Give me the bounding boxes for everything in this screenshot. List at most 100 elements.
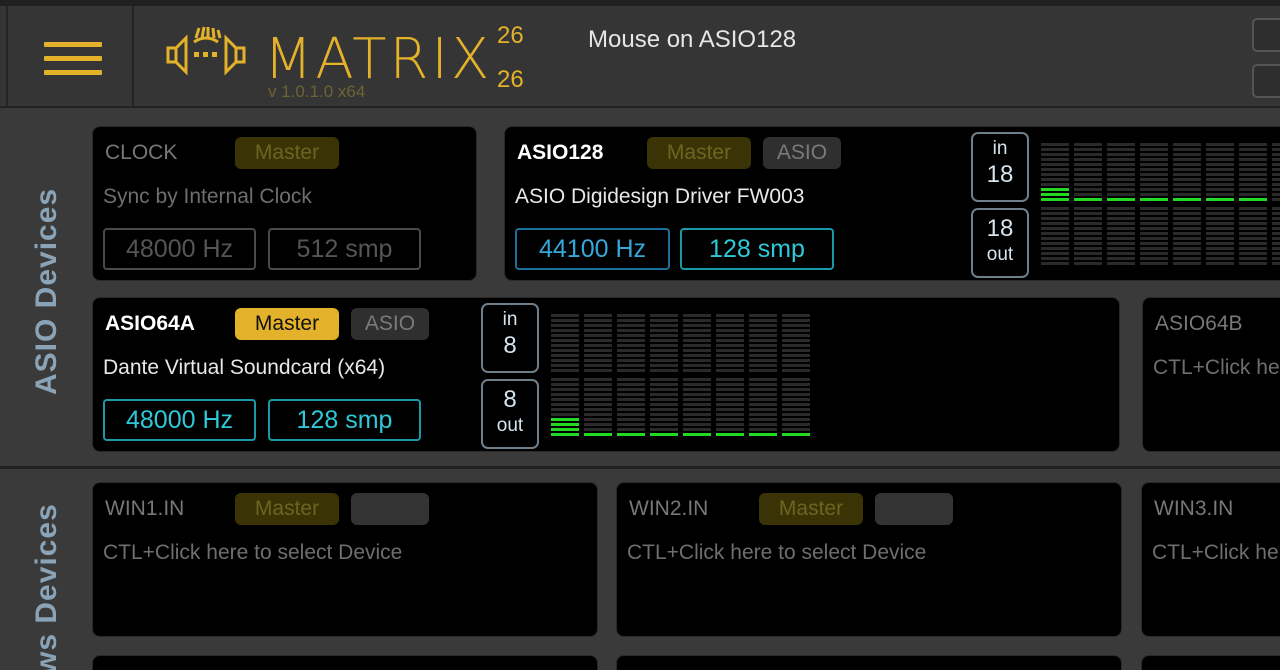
meter-segment [551, 364, 579, 367]
window-control-button[interactable] [1252, 64, 1280, 98]
meter-segment [584, 339, 612, 342]
meter-segment [749, 418, 777, 421]
meter-segment [1107, 193, 1135, 196]
device-card-win1-out[interactable] [92, 655, 598, 670]
meter-segment [716, 344, 744, 347]
meter-segment [1173, 188, 1201, 191]
meter-segment [683, 413, 711, 416]
meter-segment [683, 423, 711, 426]
meter-segment [1107, 207, 1135, 210]
meter-segment [716, 369, 744, 372]
meter-segment [1173, 207, 1201, 210]
windows-section-label-area: ws Devices [0, 469, 92, 670]
device-card-asio64a[interactable]: ASIO64A Master ASIO Dante Virtual Soundc… [92, 297, 1120, 452]
meter-segment [716, 433, 744, 436]
device-description: CTL+Click he [1152, 541, 1279, 564]
meter-segment [1107, 237, 1135, 240]
device-card-win2-out[interactable] [616, 655, 1122, 670]
menu-bar-icon [44, 56, 102, 61]
meter-segment [1272, 237, 1280, 240]
device-card-clock[interactable]: CLOCK Master Sync by Internal Clock 4800… [92, 126, 477, 281]
meter-segment [1107, 163, 1135, 166]
meter-segment [650, 349, 678, 352]
meter-segment [782, 378, 810, 381]
device-card-asio128[interactable]: ASIO128 Master ASIO ASIO Digidesign Driv… [504, 126, 1280, 281]
hamburger-menu-button[interactable] [6, 6, 134, 106]
master-badge[interactable]: Master [647, 137, 751, 169]
menu-bar-icon [44, 70, 102, 75]
meter-segment [1272, 193, 1280, 196]
master-badge[interactable]: Master [235, 137, 339, 169]
meter-segment [716, 418, 744, 421]
output-count-box[interactable]: 18 out [971, 208, 1029, 278]
meter-segment [1206, 168, 1234, 171]
meter-segment [1074, 173, 1102, 176]
meter-segment [749, 398, 777, 401]
meter-segment [749, 423, 777, 426]
sample-rate-field[interactable]: 48000 Hz [103, 228, 256, 270]
meter-segment [617, 349, 645, 352]
meter-segment [551, 418, 579, 421]
meter-segment [683, 388, 711, 391]
device-card-win3-out[interactable] [1141, 655, 1280, 670]
window-control-button[interactable] [1252, 18, 1280, 52]
master-badge[interactable]: Master [235, 493, 339, 525]
master-badge[interactable]: Master [759, 493, 863, 525]
meter-segment [1074, 232, 1102, 235]
meter-segment [782, 383, 810, 386]
device-card-asio64b[interactable]: ASIO64B CTL+Click he [1142, 297, 1280, 452]
meter-segment [584, 329, 612, 332]
meter-segment [1140, 168, 1168, 171]
meter-segment [1074, 247, 1102, 250]
meter-segment [1206, 207, 1234, 210]
meter-segment [584, 403, 612, 406]
meter-segment [1173, 257, 1201, 260]
sample-rate-field[interactable]: 44100 Hz [515, 228, 670, 270]
meter-segment [1206, 193, 1234, 196]
meter-segment [1239, 178, 1267, 181]
meter-segment [1206, 217, 1234, 220]
meter-segment [650, 344, 678, 347]
buffer-size-field[interactable]: 128 smp [680, 228, 834, 270]
input-count-box[interactable]: in 18 [971, 132, 1029, 202]
meter-segment [1206, 143, 1234, 146]
meter-segment [650, 329, 678, 332]
meter-segment [551, 314, 579, 317]
input-count-box[interactable]: in 8 [481, 303, 539, 373]
meter-segment [1140, 217, 1168, 220]
device-card-win3-in[interactable]: WIN3.IN CTL+Click he [1141, 482, 1280, 637]
device-name: ASIO64A [105, 312, 195, 335]
meter-segment [782, 329, 810, 332]
meter-segment [749, 314, 777, 317]
output-count-box[interactable]: 8 out [481, 379, 539, 449]
meter-segment [749, 354, 777, 357]
meter-segment [716, 364, 744, 367]
meter-segment [551, 344, 579, 347]
meter-segment [749, 329, 777, 332]
meter-segment [1041, 153, 1069, 156]
meter-segment [551, 428, 579, 431]
meter-segment [584, 418, 612, 421]
sample-rate-field[interactable]: 48000 Hz [103, 399, 256, 441]
device-name: ASIO128 [517, 141, 604, 164]
buffer-size-field[interactable]: 512 smp [268, 228, 421, 270]
device-card-win2-in[interactable]: WIN2.IN Master CTL+Click here to select … [616, 482, 1122, 637]
device-description: Sync by Internal Clock [103, 185, 312, 208]
meter-segment [584, 383, 612, 386]
meter-segment [683, 334, 711, 337]
device-card-win1-in[interactable]: WIN1.IN Master CTL+Click here to select … [92, 482, 598, 637]
meter-segment [782, 359, 810, 362]
meter-segment [584, 369, 612, 372]
meter-segment [1239, 237, 1267, 240]
buffer-size-field[interactable]: 128 smp [268, 399, 421, 441]
meter-segment [551, 329, 579, 332]
meter-segment [1074, 193, 1102, 196]
meter-segment [584, 413, 612, 416]
meter-segment [1074, 148, 1102, 151]
device-name: ASIO64B [1155, 312, 1243, 335]
meter-segment [1107, 232, 1135, 235]
meter-segment [1239, 183, 1267, 186]
master-badge[interactable]: Master [235, 308, 339, 340]
meter-segment [683, 324, 711, 327]
meter-segment [1074, 183, 1102, 186]
